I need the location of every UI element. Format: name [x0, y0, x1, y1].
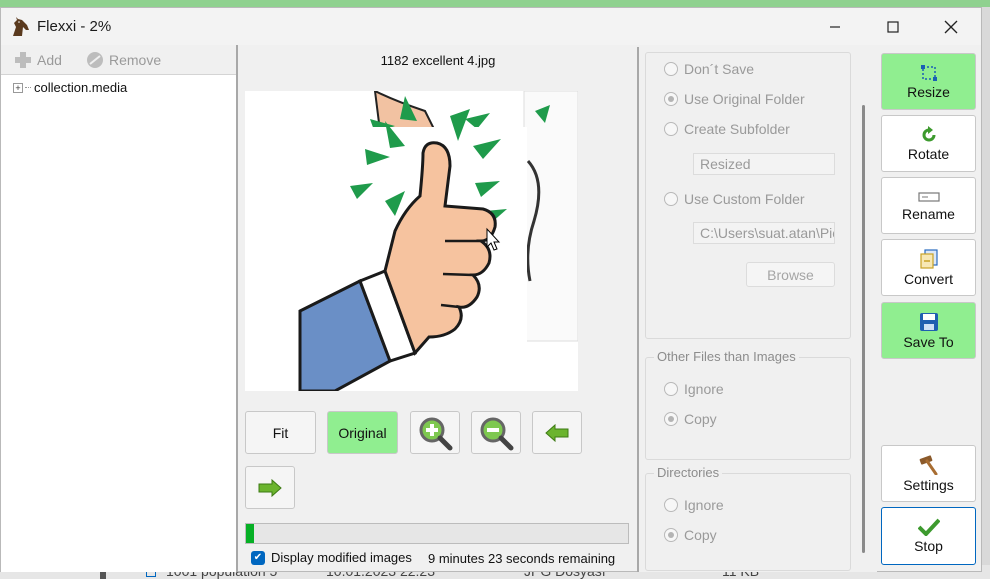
zoom-out-button[interactable] — [471, 411, 521, 454]
browse-button[interactable]: Browse — [746, 262, 835, 287]
resize-label: Resize — [907, 83, 950, 100]
radio-label: Create Subfolder — [684, 121, 790, 137]
maximize-icon — [887, 20, 899, 33]
expand-icon[interactable]: + — [13, 82, 23, 93]
close-button[interactable] — [922, 8, 980, 45]
floppy-disk-icon — [919, 312, 938, 331]
radio-dont-save[interactable]: Don´t Save — [664, 61, 754, 77]
checkmark-icon: ✔ — [251, 550, 265, 565]
image-preview — [245, 91, 578, 391]
rotate-label: Rotate — [907, 145, 950, 162]
zoom-in-icon — [419, 417, 453, 450]
plus-icon — [15, 52, 31, 68]
add-label: Add — [37, 52, 62, 68]
stop-label: Stop — [914, 538, 943, 554]
original-size-button[interactable]: Original — [327, 411, 398, 454]
radio-circle-selected — [664, 528, 678, 542]
radio-other-files-copy[interactable]: Copy — [664, 411, 717, 427]
rotate-button[interactable]: Rotate — [881, 115, 976, 172]
radio-directories-ignore[interactable]: Ignore — [664, 497, 724, 513]
display-modified-label: Display modified images — [271, 550, 412, 565]
display-modified-checkbox[interactable]: ✔ Display modified images — [251, 550, 412, 565]
zoom-in-button[interactable] — [410, 411, 460, 454]
save-to-label: Save To — [903, 333, 954, 350]
radio-label: Ignore — [684, 381, 724, 397]
folder-panel: Add Remove + collection.media — [1, 45, 238, 572]
tree-item-collection[interactable]: + collection.media — [13, 80, 127, 95]
previous-image-button[interactable] — [532, 411, 582, 454]
directories-label: Directories — [654, 465, 723, 480]
radio-circle-selected — [664, 92, 678, 106]
remove-icon — [87, 52, 103, 68]
tree-item-label: collection.media — [34, 80, 128, 95]
convert-label: Convert — [903, 270, 954, 287]
arrow-right-icon — [258, 478, 282, 497]
rename-button[interactable]: Rename — [881, 177, 976, 234]
radio-label: Copy — [684, 527, 717, 543]
rename-icon — [917, 191, 940, 202]
directories-group: Directories — [645, 465, 851, 571]
radio-use-original-folder[interactable]: Use Original Folder — [664, 91, 805, 107]
time-remaining: 9 minutes 23 seconds remaining — [428, 551, 616, 566]
minimize-icon — [830, 25, 840, 28]
progress-fill — [246, 524, 254, 543]
radio-circle — [664, 192, 678, 206]
radio-label: Ignore — [684, 497, 724, 513]
custom-folder-path-field[interactable]: C:\Users\suat.atan\Pic — [693, 222, 835, 244]
radio-circle — [664, 62, 678, 76]
radio-directories-copy[interactable]: Copy — [664, 527, 717, 543]
app-window: Flexxi - 2% Add Remove + collection.medi… — [0, 7, 982, 572]
next-image-button[interactable] — [245, 466, 295, 509]
close-icon — [944, 20, 958, 33]
subfolder-name-field[interactable]: Resized — [693, 153, 835, 175]
other-files-label: Other Files than Images — [654, 349, 799, 364]
settings-scrollbar[interactable] — [862, 105, 865, 553]
radio-create-subfolder[interactable]: Create Subfolder — [664, 121, 790, 137]
remove-label: Remove — [109, 52, 162, 68]
remove-button[interactable]: Remove — [85, 51, 161, 69]
hammer-icon — [919, 454, 937, 475]
other-files-group: Other Files than Images — [645, 349, 851, 460]
radio-circle-selected — [664, 412, 678, 426]
horse-app-icon — [13, 17, 29, 36]
title-bar[interactable]: Flexxi - 2% — [1, 8, 981, 45]
radio-label: Use Custom Folder — [684, 191, 805, 207]
radio-circle — [664, 122, 678, 136]
tree-connector — [25, 87, 31, 88]
arrow-left-icon — [545, 423, 569, 442]
convert-button[interactable]: Convert — [881, 239, 976, 296]
window-title: Flexxi - 2% — [37, 18, 112, 35]
add-button[interactable]: Add — [13, 51, 62, 69]
rotate-icon — [922, 125, 935, 141]
convert-icon — [919, 248, 938, 269]
radio-label: Use Original Folder — [684, 91, 805, 107]
radio-circle — [664, 498, 678, 512]
radio-label: Don´t Save — [684, 61, 755, 77]
fit-button[interactable]: Fit — [245, 411, 316, 454]
radio-circle — [664, 382, 678, 396]
folder-toolbar: Add Remove — [1, 45, 236, 75]
rename-label: Rename — [902, 205, 955, 222]
thumbs-up-image — [245, 109, 527, 391]
resize-button[interactable]: Resize — [881, 53, 976, 110]
preview-filename: 1182 excellent 4.jpg — [380, 53, 496, 68]
radio-other-files-ignore[interactable]: Ignore — [664, 381, 724, 397]
radio-use-custom-folder[interactable]: Use Custom Folder — [664, 191, 805, 207]
progress-bar — [245, 523, 629, 544]
desktop-strip — [0, 0, 990, 7]
checkmark-icon — [917, 518, 940, 536]
stop-button[interactable]: Stop — [881, 507, 976, 565]
resize-icon — [920, 64, 937, 81]
zoom-out-icon — [480, 417, 514, 450]
maximize-button[interactable] — [864, 8, 922, 45]
save-to-button[interactable]: Save To — [881, 302, 976, 359]
settings-label: Settings — [903, 476, 954, 493]
minimize-button[interactable] — [806, 8, 864, 45]
radio-label: Copy — [684, 411, 717, 427]
settings-button[interactable]: Settings — [881, 445, 976, 502]
